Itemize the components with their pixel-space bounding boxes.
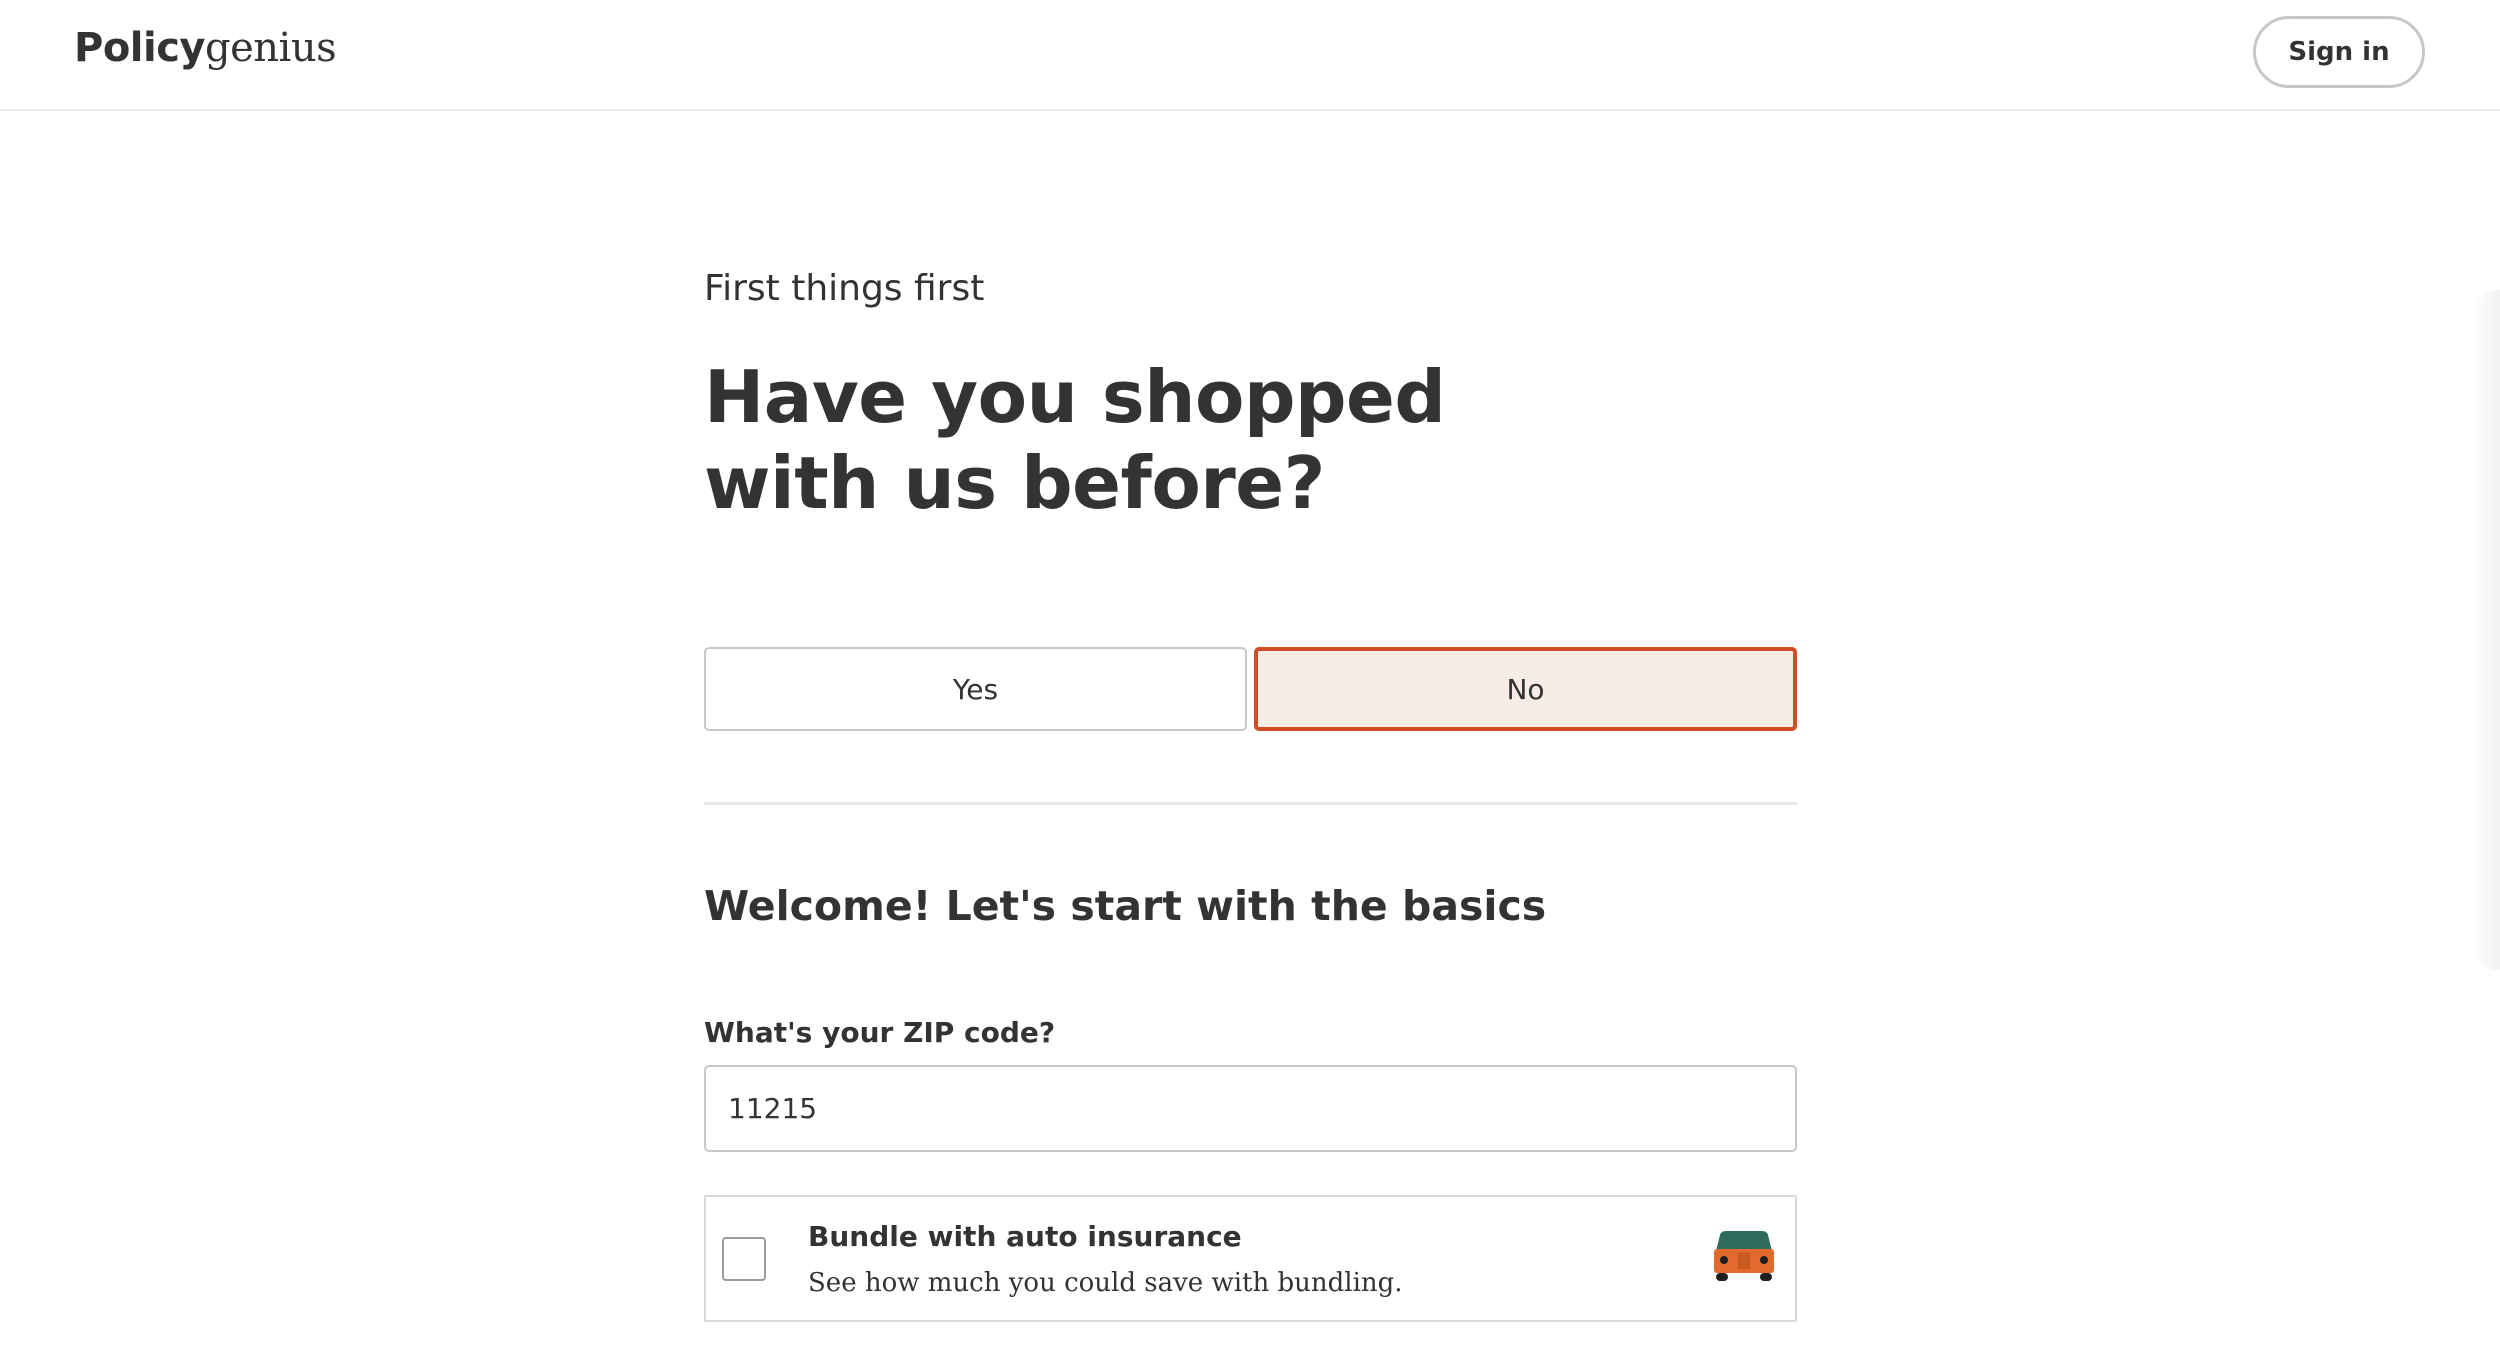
- bundle-auto-option[interactable]: Bundle with auto insurance See how much …: [704, 1195, 1797, 1322]
- zip-code-input[interactable]: [704, 1065, 1797, 1152]
- yes-option-button[interactable]: Yes: [704, 647, 1247, 731]
- page-question: Have you shopped with us before?: [704, 355, 1446, 525]
- logo-text-bold: Policy: [74, 25, 206, 71]
- car-icon: [1714, 1231, 1774, 1281]
- bundle-title: Bundle with auto insurance: [808, 1220, 1242, 1253]
- bundle-checkbox[interactable]: [722, 1237, 766, 1281]
- policygenius-logo[interactable]: Policygenius: [74, 22, 337, 74]
- bundle-description: See how much you could save with bundlin…: [808, 1268, 1403, 1298]
- eyebrow-text: First things first: [704, 268, 985, 309]
- logo-text-serif: genius: [205, 25, 337, 71]
- section-title: Welcome! Let's start with the basics: [704, 882, 1547, 930]
- section-divider: [704, 802, 1797, 805]
- side-panel-edge: [2470, 290, 2500, 970]
- top-header: Policygenius Sign in: [0, 0, 2500, 111]
- zip-field-label: What's your ZIP code?: [704, 1016, 1056, 1049]
- no-option-button[interactable]: No: [1254, 647, 1797, 731]
- sign-in-button[interactable]: Sign in: [2253, 16, 2425, 88]
